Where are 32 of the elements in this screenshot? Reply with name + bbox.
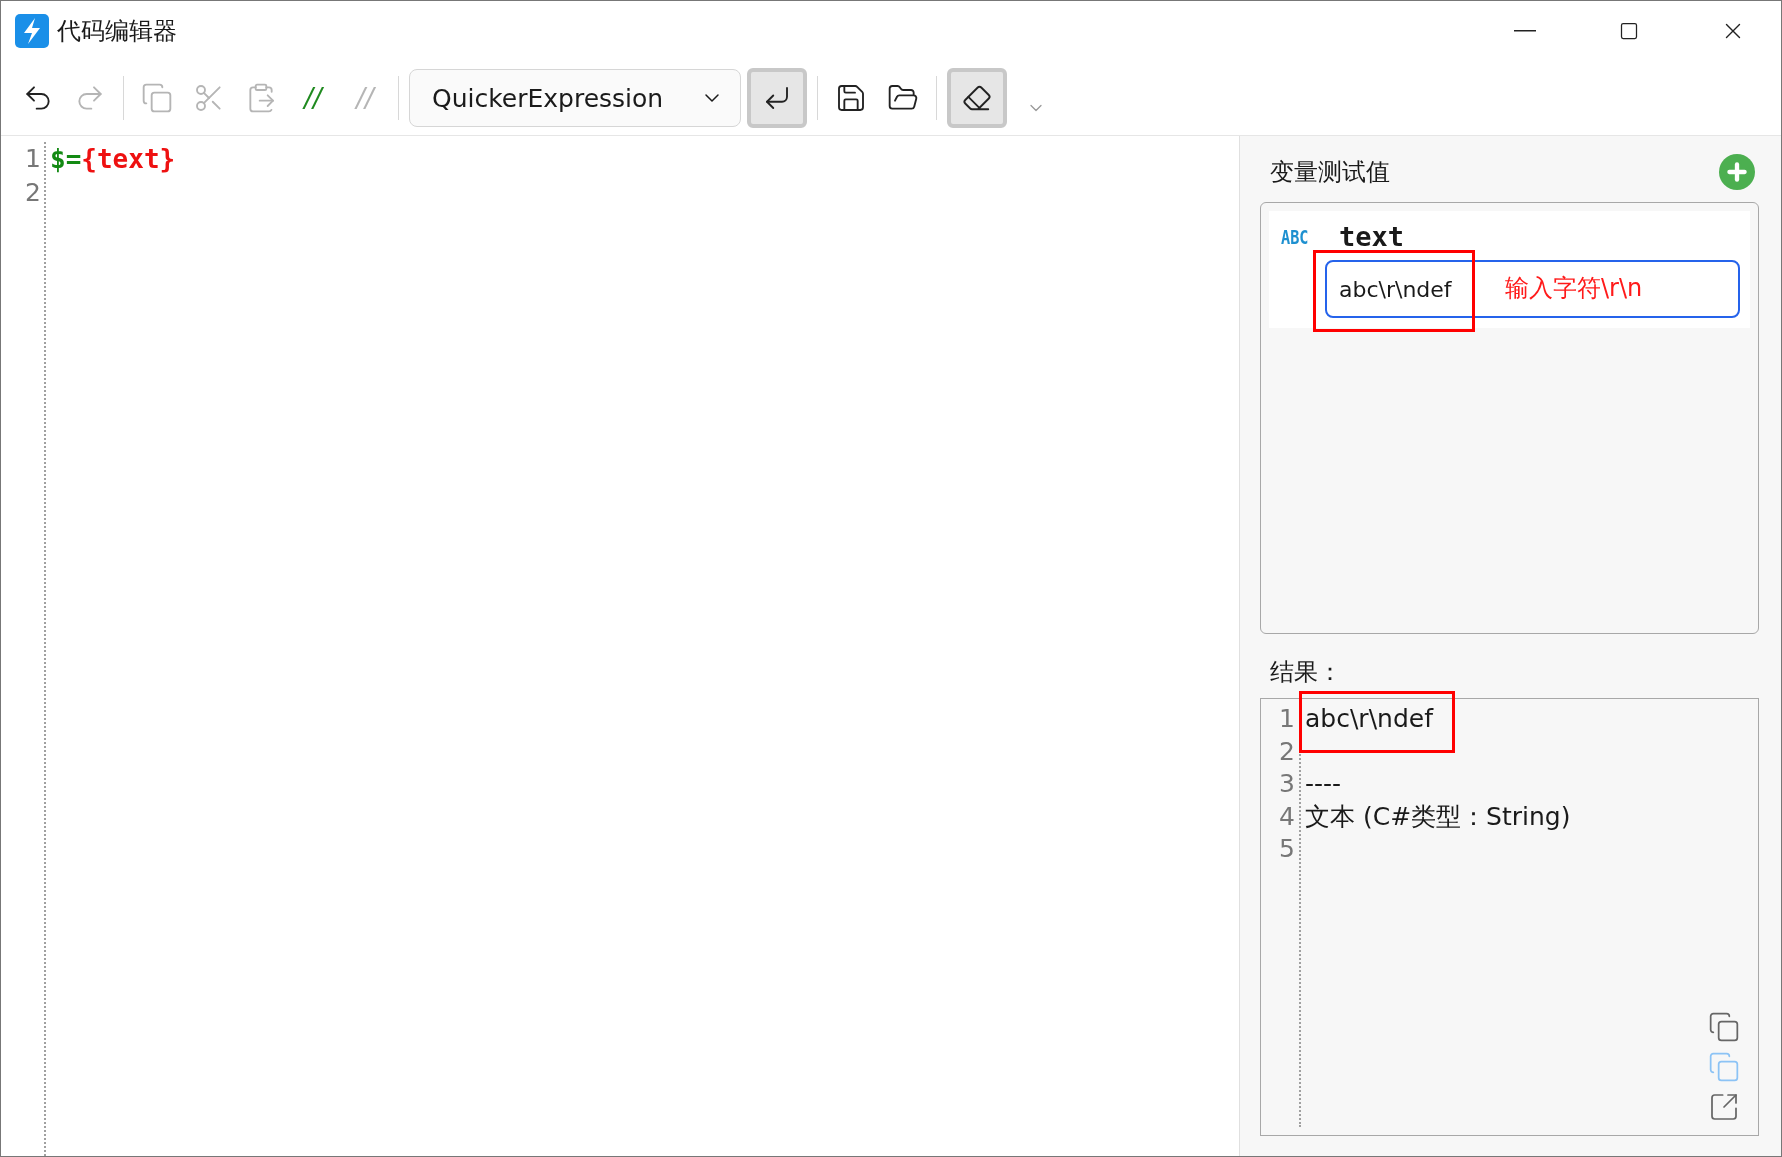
copy-icon[interactable] (1708, 1011, 1740, 1043)
variable-name: text (1339, 221, 1405, 252)
maximize-icon (1619, 21, 1639, 41)
plus-icon (1724, 159, 1750, 185)
eraser-toggle[interactable] (947, 68, 1007, 128)
minimize-icon (1514, 30, 1536, 32)
language-dropdown[interactable]: QuickerExpression (409, 69, 741, 127)
copy-icon (141, 82, 173, 114)
window-title: 代码编辑器 (57, 16, 178, 47)
code-token: $= (50, 144, 82, 174)
line-number: 4 (1279, 800, 1295, 833)
panel-title: 变量测试值 (1270, 157, 1390, 188)
line-number: 3 (1279, 768, 1295, 800)
enter-toggle[interactable] (747, 68, 807, 128)
code-token: {text} (81, 144, 176, 174)
type-label: ABC (1281, 225, 1310, 248)
save-icon (835, 82, 867, 114)
eraser-icon (962, 83, 992, 113)
line-number: 5 (1279, 833, 1295, 865)
open-external-icon[interactable] (1708, 1091, 1740, 1123)
line-number: 2 (25, 177, 41, 209)
line-number: 1 (25, 143, 41, 175)
add-variable-button[interactable] (1719, 154, 1755, 190)
app-logo-icon (15, 14, 49, 48)
annotation-text: 输入字符\r\n (1505, 273, 1643, 304)
line-number: 2 (1279, 735, 1295, 768)
result-text: ---- (1305, 769, 1342, 798)
comment-button[interactable]: // (290, 74, 336, 122)
result-text: 文本 (C#类型：String) (1305, 801, 1571, 831)
line-number: 1 (1279, 703, 1295, 735)
result-title: 结果： (1270, 657, 1342, 688)
result-text: abc\r\ndef (1305, 704, 1433, 733)
